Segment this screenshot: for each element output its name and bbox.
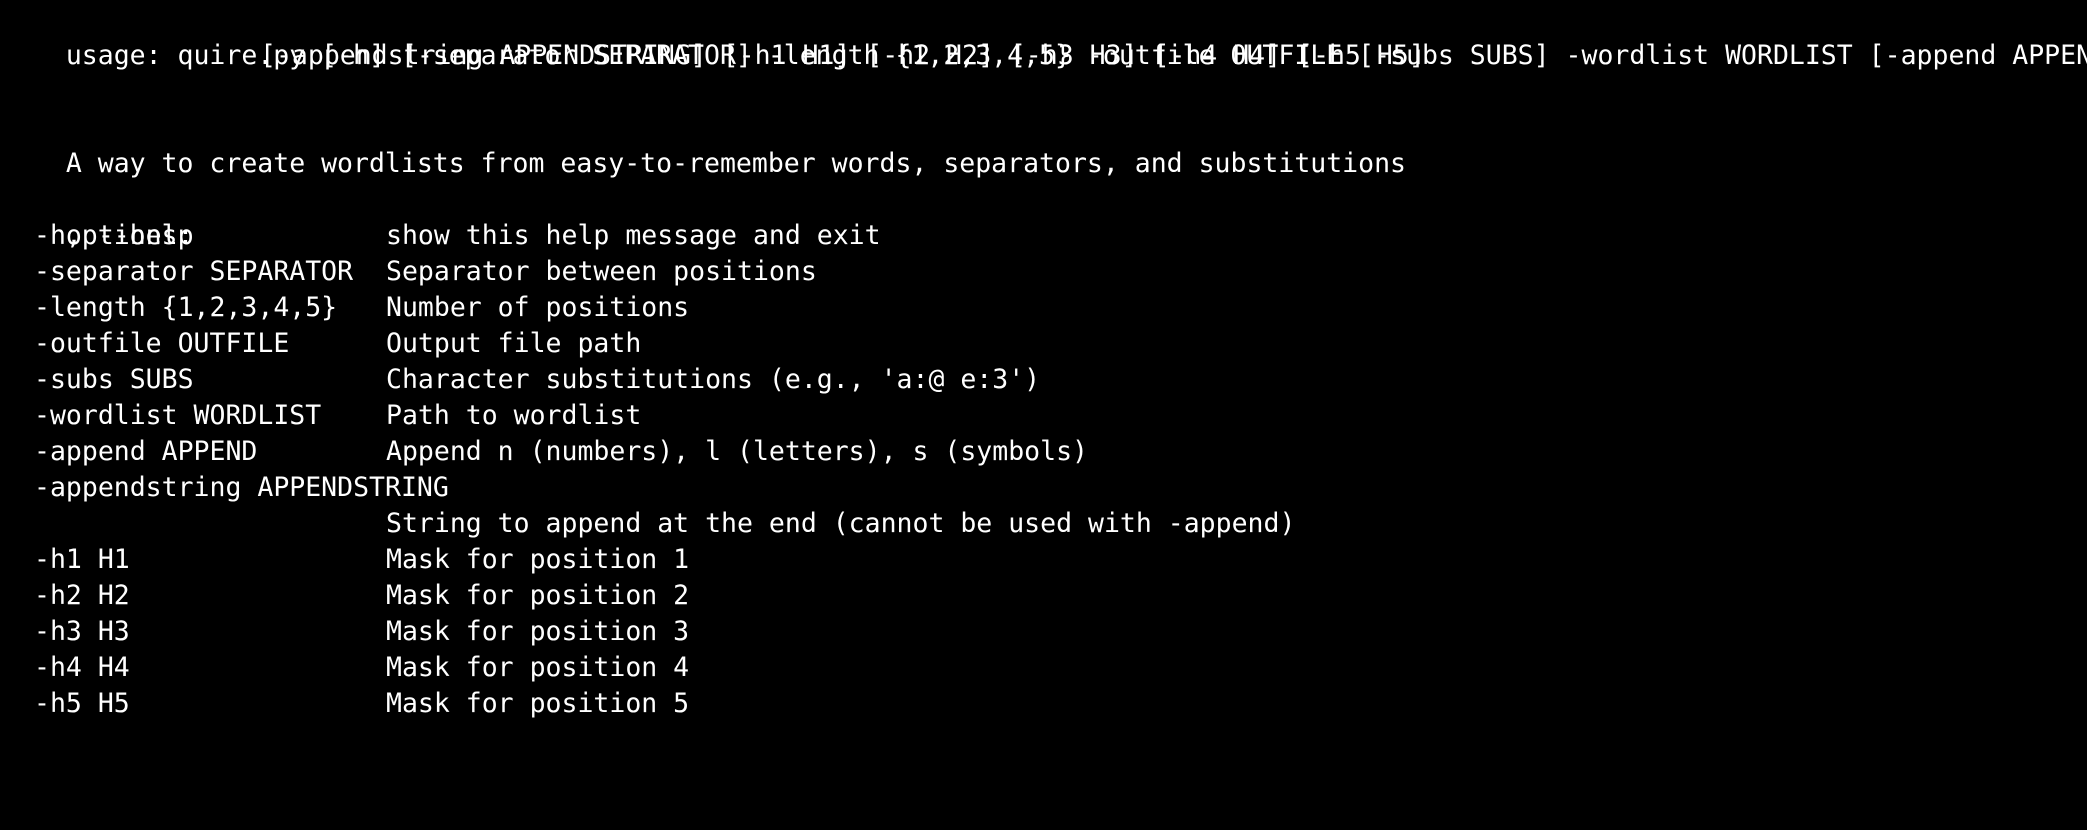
option-row-h2: -h2 H2 Mask for position 2 (2, 578, 2087, 614)
option-description: Append n (numbers), l (letters), s (symb… (386, 436, 1088, 467)
terminal-window[interactable]: usage: quire.py [-h] [-separator SEPARAT… (0, 0, 2087, 720)
usage-line-2: [-appendstring APPENDSTRING] [-h1 H1] [-… (2, 38, 2087, 74)
option-description: Mask for position 4 (386, 652, 690, 683)
option-flag: -h1 H1 (34, 544, 130, 575)
option-description: Mask for position 1 (386, 544, 690, 575)
option-flag: -append APPEND (34, 436, 258, 467)
option-row-subs: -subs SUBS Character substitutions (e.g.… (2, 362, 2087, 398)
option-row-appendstring: -appendstring APPENDSTRING (2, 470, 2087, 506)
option-flag: -h, --help (34, 220, 194, 251)
option-description: Mask for position 5 (386, 688, 690, 719)
option-description: String to append at the end (cannot be u… (386, 508, 1296, 539)
option-flag: -appendstring APPENDSTRING (34, 472, 449, 503)
option-flag: -h5 H5 (34, 688, 130, 719)
usage-line-1: usage: quire.py [-h] [-separator SEPARAT… (2, 2, 2087, 71)
option-description: show this help message and exit (386, 220, 881, 251)
option-row-help: -h, --help show this help message and ex… (2, 218, 2087, 254)
usage-text-2: [-appendstring APPENDSTRING] [-h1 H1] [-… (260, 40, 1425, 71)
option-flag: -h4 H4 (34, 652, 130, 683)
option-row-appendstring-help: String to append at the end (cannot be u… (2, 506, 2087, 542)
description-text: A way to create wordlists from easy-to-r… (65, 148, 1406, 179)
options-heading: options: (2, 182, 2087, 251)
option-row-h4: -h4 H4 Mask for position 4 (2, 650, 2087, 686)
option-row-length: -length {1,2,3,4,5} Number of positions (2, 290, 2087, 326)
option-flag: -h3 H3 (34, 616, 130, 647)
option-description: Number of positions (386, 292, 690, 323)
option-row-h3: -h3 H3 Mask for position 3 (2, 614, 2087, 650)
option-flag: -length {1,2,3,4,5} (34, 292, 338, 323)
option-row-separator: -separator SEPARATOR Separator between p… (2, 254, 2087, 290)
option-description: Mask for position 2 (386, 580, 690, 611)
option-description: Path to wordlist (386, 400, 642, 431)
option-description: Output file path (386, 328, 642, 359)
option-row-append: -append APPEND Append n (numbers), l (le… (2, 434, 2087, 470)
option-flag: -separator SEPARATOR (34, 256, 354, 287)
option-description: Mask for position 3 (386, 616, 690, 647)
option-flag: -wordlist WORDLIST (34, 400, 322, 431)
option-description: Separator between positions (386, 256, 817, 287)
option-description: Character substitutions (e.g., 'a:@ e:3'… (386, 364, 1041, 395)
option-row-wordlist: -wordlist WORDLIST Path to wordlist (2, 398, 2087, 434)
description-line: A way to create wordlists from easy-to-r… (2, 110, 2087, 179)
option-row-h1: -h1 H1 Mask for position 1 (2, 542, 2087, 578)
option-flag: -subs SUBS (34, 364, 194, 395)
option-flag: -h2 H2 (34, 580, 130, 611)
option-flag: -outfile OUTFILE (34, 328, 290, 359)
option-row-h5: -h5 H5 Mask for position 5 (2, 686, 2087, 722)
option-row-outfile: -outfile OUTFILE Output file path (2, 326, 2087, 362)
